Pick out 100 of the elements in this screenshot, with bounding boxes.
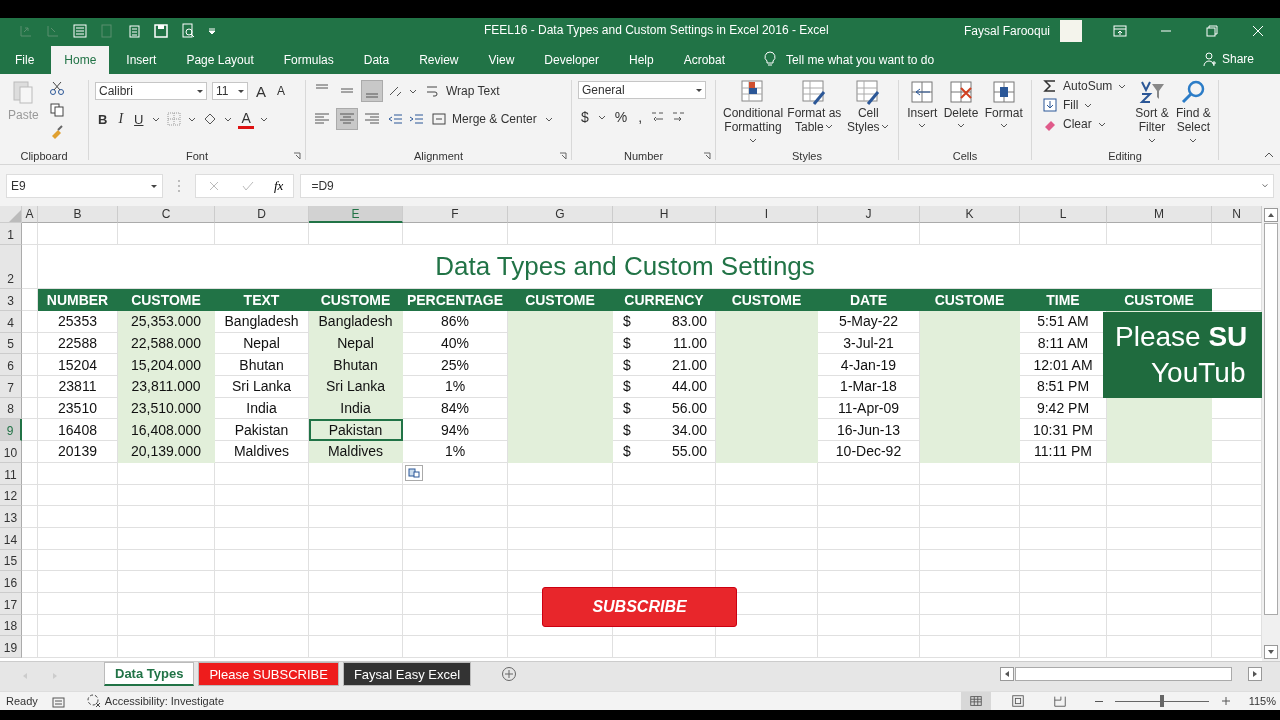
row-header[interactable]: 11 (0, 462, 22, 485)
save-icon[interactable] (153, 23, 169, 39)
row-header[interactable]: 13 (0, 506, 22, 528)
comma-button[interactable]: , (635, 107, 646, 127)
row-header[interactable]: 7 (0, 376, 22, 398)
sheet-tab[interactable]: Data Types (104, 662, 195, 686)
number-format-field[interactable]: General (578, 81, 706, 99)
scroll-left-icon[interactable] (1000, 667, 1014, 681)
row-header[interactable]: 4 (0, 311, 22, 333)
restore-icon[interactable] (1204, 23, 1220, 39)
ribbon-tab[interactable]: Formulas (270, 46, 347, 74)
ribbon-display-icon[interactable] (1112, 23, 1128, 39)
caret-icon[interactable] (237, 87, 245, 95)
styles-button[interactable]: Conditional Formatting (722, 78, 785, 148)
row-header[interactable]: 10 (0, 441, 22, 463)
fill-button[interactable]: Fill (1040, 97, 1130, 113)
row-header[interactable]: 5 (0, 332, 22, 355)
scroll-right-icon[interactable] (1248, 667, 1262, 681)
font-name-field[interactable]: Calibri (95, 82, 207, 100)
customize-caret-icon[interactable] (207, 26, 217, 36)
cells-button[interactable]: Format (983, 78, 1024, 148)
dialog-launcher-icon[interactable] (703, 152, 711, 160)
normal-view-icon[interactable] (960, 692, 991, 710)
increase-indent-icon[interactable] (408, 111, 424, 127)
insert-function-button[interactable]: fx (274, 177, 284, 194)
zoom-level[interactable]: 115% (1248, 695, 1276, 707)
column-header[interactable]: J (818, 206, 920, 223)
ribbon-tab[interactable]: Page Layout (173, 46, 267, 74)
ribbon-tab[interactable]: Review (406, 46, 472, 74)
currency-button[interactable]: $ (578, 107, 592, 127)
zoom-in-icon[interactable] (1220, 696, 1231, 706)
ribbon-tab[interactable]: Developer (531, 46, 612, 74)
italic-button[interactable]: I (115, 109, 127, 129)
row-header[interactable]: 16 (0, 571, 22, 593)
row-header[interactable]: 9 (0, 419, 22, 442)
column-header[interactable]: N (1212, 206, 1262, 223)
ribbon-tab[interactable]: Insert (113, 46, 170, 74)
expand-caret-icon[interactable] (1261, 181, 1269, 190)
column-header[interactable]: I (716, 206, 818, 223)
scroll-up-icon[interactable] (1264, 208, 1278, 222)
row-header[interactable]: 18 (0, 614, 22, 637)
row-header[interactable]: 19 (0, 636, 22, 658)
row-header[interactable]: 14 (0, 527, 22, 550)
column-header[interactable]: M (1107, 206, 1212, 223)
row-header[interactable]: 1 (0, 223, 22, 245)
editing-button[interactable]: Sort & Filter (1133, 78, 1171, 148)
column-header[interactable]: C (118, 206, 215, 223)
ribbon-tab[interactable]: Home (51, 46, 110, 74)
grow-font-button[interactable]: A (253, 81, 269, 101)
column-header[interactable]: F (403, 206, 508, 223)
scrollbar-thumb[interactable] (1015, 667, 1232, 681)
calculator-icon[interactable] (126, 23, 142, 39)
column-header[interactable]: A (22, 206, 38, 223)
paste-options-icon[interactable] (405, 465, 423, 481)
print-preview-icon[interactable] (180, 23, 196, 39)
dialog-launcher-icon[interactable] (293, 152, 301, 160)
autosum-button[interactable]: AutoSum (1040, 78, 1130, 94)
column-header[interactable]: G (508, 206, 613, 223)
dialog-launcher-icon[interactable] (559, 152, 567, 160)
sheet-tab[interactable]: Faysal Easy Excel (342, 662, 472, 686)
accessibility-status[interactable]: Accessibility: Investigate (85, 693, 224, 709)
column-header[interactable]: D (215, 206, 309, 223)
tell-me-search[interactable]: Tell me what you want to do (786, 53, 935, 67)
row-header[interactable]: 2 (0, 245, 22, 289)
ribbon-tab[interactable]: Acrobat (670, 46, 739, 74)
percent-button[interactable]: % (611, 107, 631, 127)
close-icon[interactable] (1250, 23, 1266, 39)
row-header[interactable]: 3 (0, 289, 22, 311)
decrease-indent-icon[interactable] (387, 111, 403, 127)
row-header[interactable]: 6 (0, 354, 22, 377)
row-header[interactable]: 17 (0, 592, 22, 615)
row-header[interactable]: 15 (0, 549, 22, 572)
column-header[interactable]: H (613, 206, 716, 223)
subscribe-button[interactable]: SUBSCRIBE (542, 587, 737, 627)
font-color-button[interactable]: A (238, 109, 254, 129)
form-icon[interactable] (72, 23, 88, 39)
cells-button[interactable]: Delete (942, 78, 980, 148)
collapse-ribbon-icon[interactable] (1264, 150, 1274, 160)
ribbon-tab[interactable]: Data (350, 46, 403, 74)
row-header[interactable]: 8 (0, 397, 22, 420)
zoom-slider[interactable] (1159, 695, 1164, 707)
editing-button[interactable]: Find & Select (1174, 78, 1212, 148)
copy-icon[interactable] (48, 102, 65, 118)
merge-center-button[interactable]: Merge & Center (429, 111, 539, 127)
column-header[interactable]: K (920, 206, 1020, 223)
scroll-down-icon[interactable] (1264, 645, 1278, 659)
share-button[interactable]: Share (1195, 50, 1260, 68)
styles-button[interactable]: Cell Styles (844, 78, 892, 148)
name-box[interactable]: E9 (6, 173, 163, 198)
font-size-field[interactable]: 11 (212, 82, 248, 100)
bold-button[interactable]: B (95, 109, 111, 129)
ribbon-tab[interactable]: Help (616, 46, 667, 74)
clear-button[interactable]: Clear (1040, 116, 1130, 132)
column-header[interactable]: B (38, 206, 118, 223)
ribbon-tab[interactable]: View (475, 46, 528, 74)
scrollbar-thumb[interactable] (1264, 223, 1278, 615)
underline-button[interactable]: U (131, 109, 147, 129)
caret-icon[interactable] (695, 86, 703, 94)
row-header[interactable]: 12 (0, 484, 22, 507)
ribbon-tab[interactable]: File (2, 46, 48, 74)
